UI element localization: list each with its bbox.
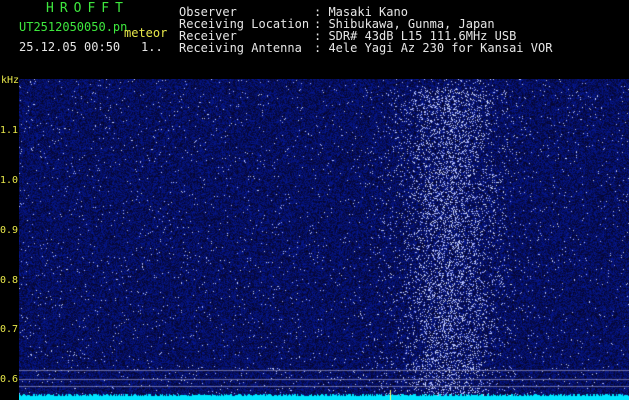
app-brand: HROFFT xyxy=(46,1,129,16)
filename-label: UT2512050050.pn xyxy=(19,20,128,34)
frequency-unit-label: kHz xyxy=(1,75,20,86)
page-indicator[interactable]: 1.. xyxy=(141,41,163,53)
y-tick-label: 0.9 xyxy=(0,225,19,236)
meteor-label: meteor xyxy=(124,26,168,40)
y-tick-label: 0.8 xyxy=(0,275,19,286)
spectrogram-canvas[interactable] xyxy=(19,79,629,400)
y-tick-label: 1.1 xyxy=(0,125,19,136)
datetime-label: 25.12.05 00:50 xyxy=(19,40,121,54)
y-tick-label: 0.7 xyxy=(0,324,19,335)
antenna-value: : 4ele Yagi Az 230 for Kansai VOR xyxy=(314,41,553,55)
y-tick-label: 0.6 xyxy=(0,374,19,385)
antenna-label: Receiving Antenna xyxy=(179,41,302,55)
y-tick-label: 1.0 xyxy=(0,175,19,186)
